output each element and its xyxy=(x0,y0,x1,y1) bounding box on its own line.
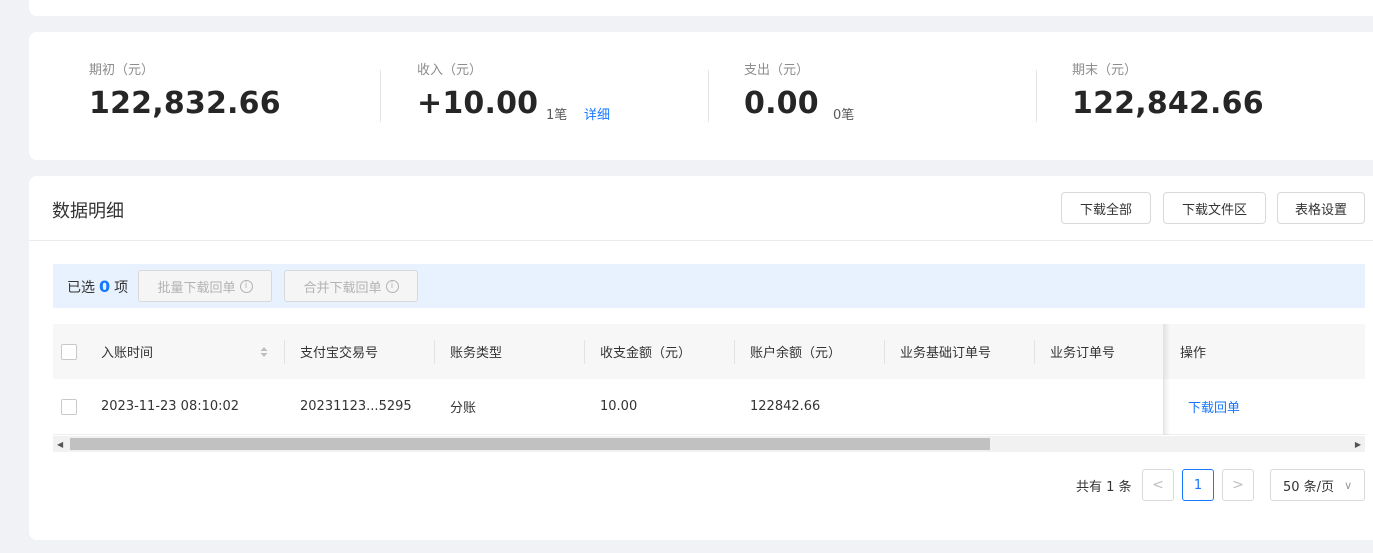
select-all-cell xyxy=(61,324,77,379)
cell-trade-no: 20231123...5295 xyxy=(300,399,412,414)
closing-label: 期末（元） xyxy=(1072,63,1138,78)
column-header: 账务类型 xyxy=(450,346,503,361)
next-page-button[interactable]: > xyxy=(1222,469,1254,501)
header-divider xyxy=(29,240,1373,241)
page-1-button[interactable]: 1 xyxy=(1182,469,1214,501)
info-circle-icon: i xyxy=(239,279,253,293)
expense-label: 支出（元） xyxy=(744,63,810,78)
chevron-down-icon: ∨ xyxy=(1344,478,1353,492)
expense-count: 0笔 xyxy=(833,108,855,123)
income-detail-link[interactable]: 详细 xyxy=(584,104,610,123)
selection-prefix: 已选 xyxy=(67,280,95,296)
income-value: +10.00 xyxy=(417,86,539,121)
prev-page-button[interactable]: < xyxy=(1142,469,1174,501)
page-size-select[interactable]: 50 条/页 ∨ xyxy=(1270,469,1365,501)
cell-time: 2023-11-23 08:10:02 xyxy=(101,399,240,414)
divider xyxy=(1036,70,1037,122)
opening-value: 122,832.66 xyxy=(89,86,281,121)
table-settings-button[interactable]: 表格设置 xyxy=(1277,192,1365,224)
batch-download-label: 批量下载回单 xyxy=(157,280,236,296)
expense-value: 0.00 xyxy=(744,86,819,121)
select-all-checkbox[interactable] xyxy=(61,343,77,360)
scroll-left-icon[interactable]: ◀ xyxy=(57,440,63,449)
cell-amount: 10.00 xyxy=(600,399,638,414)
column-divider xyxy=(434,340,435,364)
column-header: 收支金额（元） xyxy=(600,346,692,361)
download-all-button[interactable]: 下载全部 xyxy=(1061,192,1151,224)
merge-download-label: 合并下载回单 xyxy=(303,280,382,296)
cell-balance: 122842.66 xyxy=(750,399,821,414)
column-header[interactable]: 入账时间 xyxy=(101,324,153,379)
column-divider xyxy=(734,340,735,364)
selection-count: 0 xyxy=(99,277,111,296)
closing-value: 122,842.66 xyxy=(1072,86,1264,121)
row-select-cell xyxy=(61,379,77,434)
top-card xyxy=(29,0,1373,16)
section-title: 数据明细 xyxy=(52,201,124,222)
download-receipt-link[interactable]: 下载回单 xyxy=(1188,379,1240,434)
selection-summary: 已选 0 项 xyxy=(67,277,128,297)
column-divider xyxy=(1034,340,1035,364)
fixed-column-shadow xyxy=(1164,324,1170,435)
pagination-total: 共有 1 条 xyxy=(1076,480,1132,495)
column-header: 账户余额（元） xyxy=(750,346,842,361)
cell-type: 分账 xyxy=(450,401,477,416)
income-count: 1笔 xyxy=(546,108,568,123)
batch-download-button[interactable]: 批量下载回单 i xyxy=(138,270,272,302)
horizontal-scrollbar[interactable]: ◀ ▶ xyxy=(53,436,1365,452)
scroll-right-icon[interactable]: ▶ xyxy=(1355,440,1361,449)
download-area-button[interactable]: 下载文件区 xyxy=(1163,192,1266,224)
selection-bar: 已选 0 项 批量下载回单 i 合并下载回单 i xyxy=(53,264,1365,308)
column-header: 支付宝交易号 xyxy=(300,346,379,361)
opening-label: 期初（元） xyxy=(89,63,155,78)
sort-icon[interactable] xyxy=(259,344,269,360)
column-header: 业务基础订单号 xyxy=(900,346,992,361)
divider xyxy=(380,70,381,122)
merge-download-button[interactable]: 合并下载回单 i xyxy=(284,270,418,302)
info-circle-icon: i xyxy=(385,279,399,293)
summary-card: 期初（元） 122,832.66 收入（元） +10.00 1笔 详细 支出（元… xyxy=(29,32,1373,160)
income-label: 收入（元） xyxy=(417,63,483,78)
detail-card: 数据明细 下载全部 下载文件区 表格设置 已选 0 项 批量下载回单 i 合并下… xyxy=(29,176,1373,540)
row-checkbox[interactable] xyxy=(61,398,77,415)
selection-suffix: 项 xyxy=(114,280,129,296)
scrollbar-thumb[interactable] xyxy=(70,438,990,450)
column-divider xyxy=(584,340,585,364)
divider xyxy=(708,70,709,122)
column-divider xyxy=(284,340,285,364)
column-header: 业务订单号 xyxy=(1050,346,1116,361)
column-divider xyxy=(884,340,885,364)
column-header: 操作 xyxy=(1180,346,1207,361)
page-size-value: 50 条/页 xyxy=(1283,479,1335,495)
